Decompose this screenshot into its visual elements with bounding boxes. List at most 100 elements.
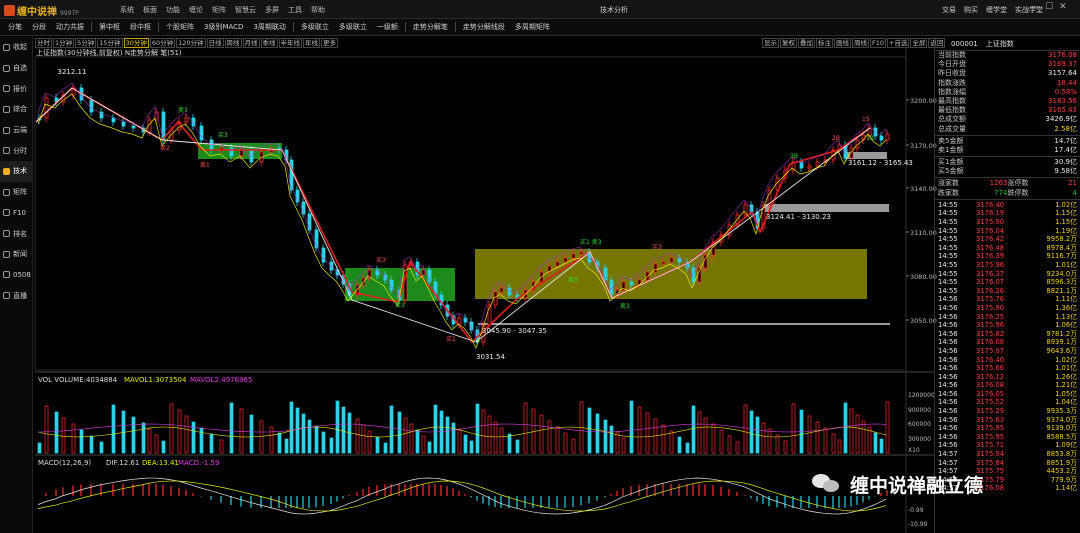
period-11[interactable]: 半年线 [278,38,303,48]
app-version: 999TP [60,10,79,17]
candle-body [629,281,634,286]
menu-item-8[interactable]: 帮助 [311,5,325,15]
sidebar-item-9[interactable]: 排名 [0,223,32,244]
toolbar-item-5[interactable]: 个股矩阵 [161,22,199,32]
menu-item-7[interactable]: 工具 [288,5,302,15]
price-axis-label: 3080.00 [910,273,937,281]
tick-price: 3176.08 [976,381,1005,390]
sidebar-item-11[interactable]: 0508 [0,265,32,286]
control-1[interactable]: 复权 [780,38,797,48]
period-13[interactable]: 更多 [321,38,339,48]
sidebar-item-5[interactable]: 分时 [0,140,32,161]
right-menu-item-0[interactable]: 交易 [942,5,956,15]
maximize-button[interactable]: ☐ [1045,2,1053,12]
chart-canvas[interactable]: 3200.00 3170.00 3140.00 3110.00 3080.00 3050.… [0,0,1080,533]
control-7[interactable]: +自选 [887,38,910,48]
control-6[interactable]: F10 [870,38,887,48]
period-8[interactable]: 周线 [224,38,242,48]
tick-row: 14:56 3175.82 9781.2万 [935,330,1080,339]
window-title: 技术分析 [600,6,628,14]
toolbar-item-4[interactable]: 段中枢 [125,22,156,32]
period-9[interactable]: 月线 [242,38,260,48]
minimize-button[interactable]: — [1030,2,1039,12]
toolbar-item-11[interactable]: 走势分解笔 [408,22,453,32]
tick-price: 3175.29 [976,407,1005,416]
toolbar-item-1[interactable]: 分段 [27,22,51,32]
period-5[interactable]: 60分钟 [149,38,176,48]
period-4[interactable]: 30分钟 [123,38,149,48]
pivot-zone [765,204,889,212]
menu-item-1[interactable]: 板面 [143,5,157,15]
sidebar-item-1[interactable]: 自选 [0,58,32,79]
toolbar-item-12[interactable]: 走势分解线段 [458,22,510,32]
toolbar-item-0[interactable]: 分笔 [3,22,27,32]
toolbar-item-7[interactable]: 3周期联动 [248,22,290,32]
period-12[interactable]: 年线 [303,38,321,48]
candle-body [239,149,244,157]
candle-body [409,261,414,266]
sidebar-item-8[interactable]: F10 [0,203,32,224]
toolbar-item-6[interactable]: 3级别MACD [199,22,248,32]
candle-body [341,274,346,285]
tick-price: 3175.71 [976,441,1005,450]
period-10[interactable]: 季线 [260,38,278,48]
toolbar-item-9[interactable]: 多级联立 [334,22,372,32]
candle-body [531,281,536,291]
volume-bar [141,422,146,454]
right-menu-item-1[interactable]: 购买 [964,5,978,15]
sidebar-item-3[interactable]: 综合 [0,99,32,120]
control-4[interactable]: 画线 [834,38,851,48]
sidebar-label: 收起 [13,43,27,52]
period-6[interactable]: 120分钟 [176,38,206,48]
menu-item-4[interactable]: 矩阵 [212,5,226,15]
period-2[interactable]: 5分钟 [75,38,97,48]
volume-bar [89,435,94,454]
control-3[interactable]: 标注 [816,38,833,48]
period-0[interactable]: 分时 [35,38,52,48]
close-button[interactable]: ✕ [1059,2,1067,12]
volume-bar [295,407,300,454]
sidebar-item-0[interactable]: 收起 [0,37,32,58]
tick-row: 14:56 3175.52 1.04亿 [935,398,1080,407]
toolbar-item-8[interactable]: 多级联立 [296,22,334,32]
tick-list[interactable]: 14:55 3176.40 1.02亿 14:55 3176.19 1.15亿 14:55 3… [935,201,1080,493]
toolbar-item-3[interactable]: 第中枢 [94,22,125,32]
menu-item-2[interactable]: 功能 [166,5,180,15]
candle-body [815,161,820,167]
sidebar-item-6[interactable]: 技术 [0,161,32,182]
menu-item-5[interactable]: 智慧云 [235,5,256,15]
volume-bar [523,402,528,454]
tick-volume: 9139.0万 [1046,424,1077,433]
candle-body [451,315,456,325]
toolbar-item-2[interactable]: 动力共振 [51,22,89,32]
sidebar-item-4[interactable]: 云端 [0,120,32,141]
sidebar-item-7[interactable]: 矩阵 [0,182,32,203]
toolbar-item-13[interactable]: 多周期矩阵 [510,22,555,32]
control-5[interactable]: 周线 [852,38,869,48]
right-menu-item-2[interactable]: 缠学堂 [986,5,1007,15]
signal-mark: 买3 [376,256,386,264]
control-0[interactable]: 显示 [762,38,779,48]
sidebar-item-10[interactable]: 新闻 [0,244,32,265]
stat-value: 3157.64 [1048,69,1077,78]
volume-bar [99,441,104,454]
tick-price: 3175.95 [976,424,1005,433]
volume-bar [367,430,372,454]
control-8[interactable]: 全屏 [910,38,928,48]
period-3[interactable]: 15分钟 [97,38,123,48]
volume-bar [321,431,326,454]
menu-item-3[interactable]: 缠论 [189,5,203,15]
main-menu: 系统 板面 功能 缠论 矩阵 智慧云 多屏 工具 帮助 [120,5,325,15]
menu-item-0[interactable]: 系统 [120,5,134,15]
candle-body [595,261,600,269]
period-1[interactable]: 1分钟 [53,38,75,48]
candle-body [79,87,84,101]
menu-item-6[interactable]: 多屏 [265,5,279,15]
toolbar-item-10[interactable]: 一级额 [372,22,403,32]
control-2[interactable]: 叠加 [798,38,815,48]
volume-bar [397,411,402,454]
breadth-value: 21 [1068,179,1077,188]
period-7[interactable]: 日线 [206,38,224,48]
sidebar-item-2[interactable]: 报价 [0,78,32,99]
sidebar-item-12[interactable]: 直播 [0,285,32,306]
